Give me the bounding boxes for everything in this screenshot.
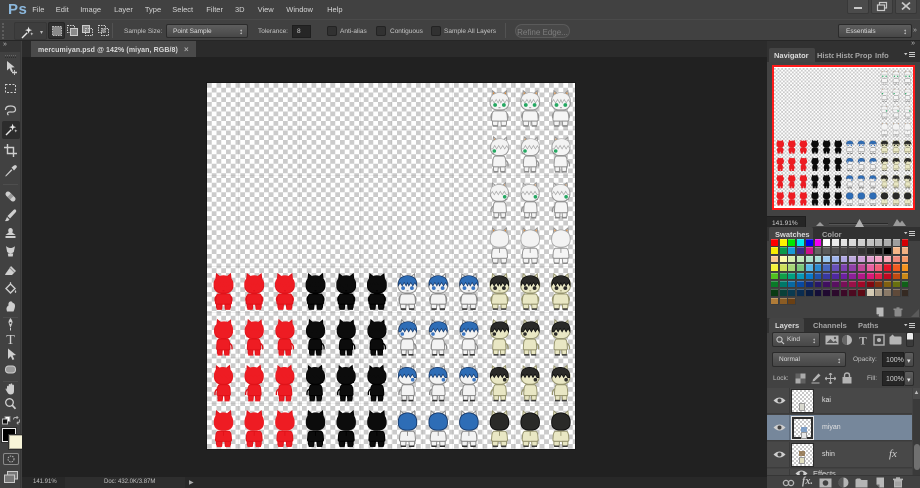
svg-text:T: T: [859, 336, 867, 347]
